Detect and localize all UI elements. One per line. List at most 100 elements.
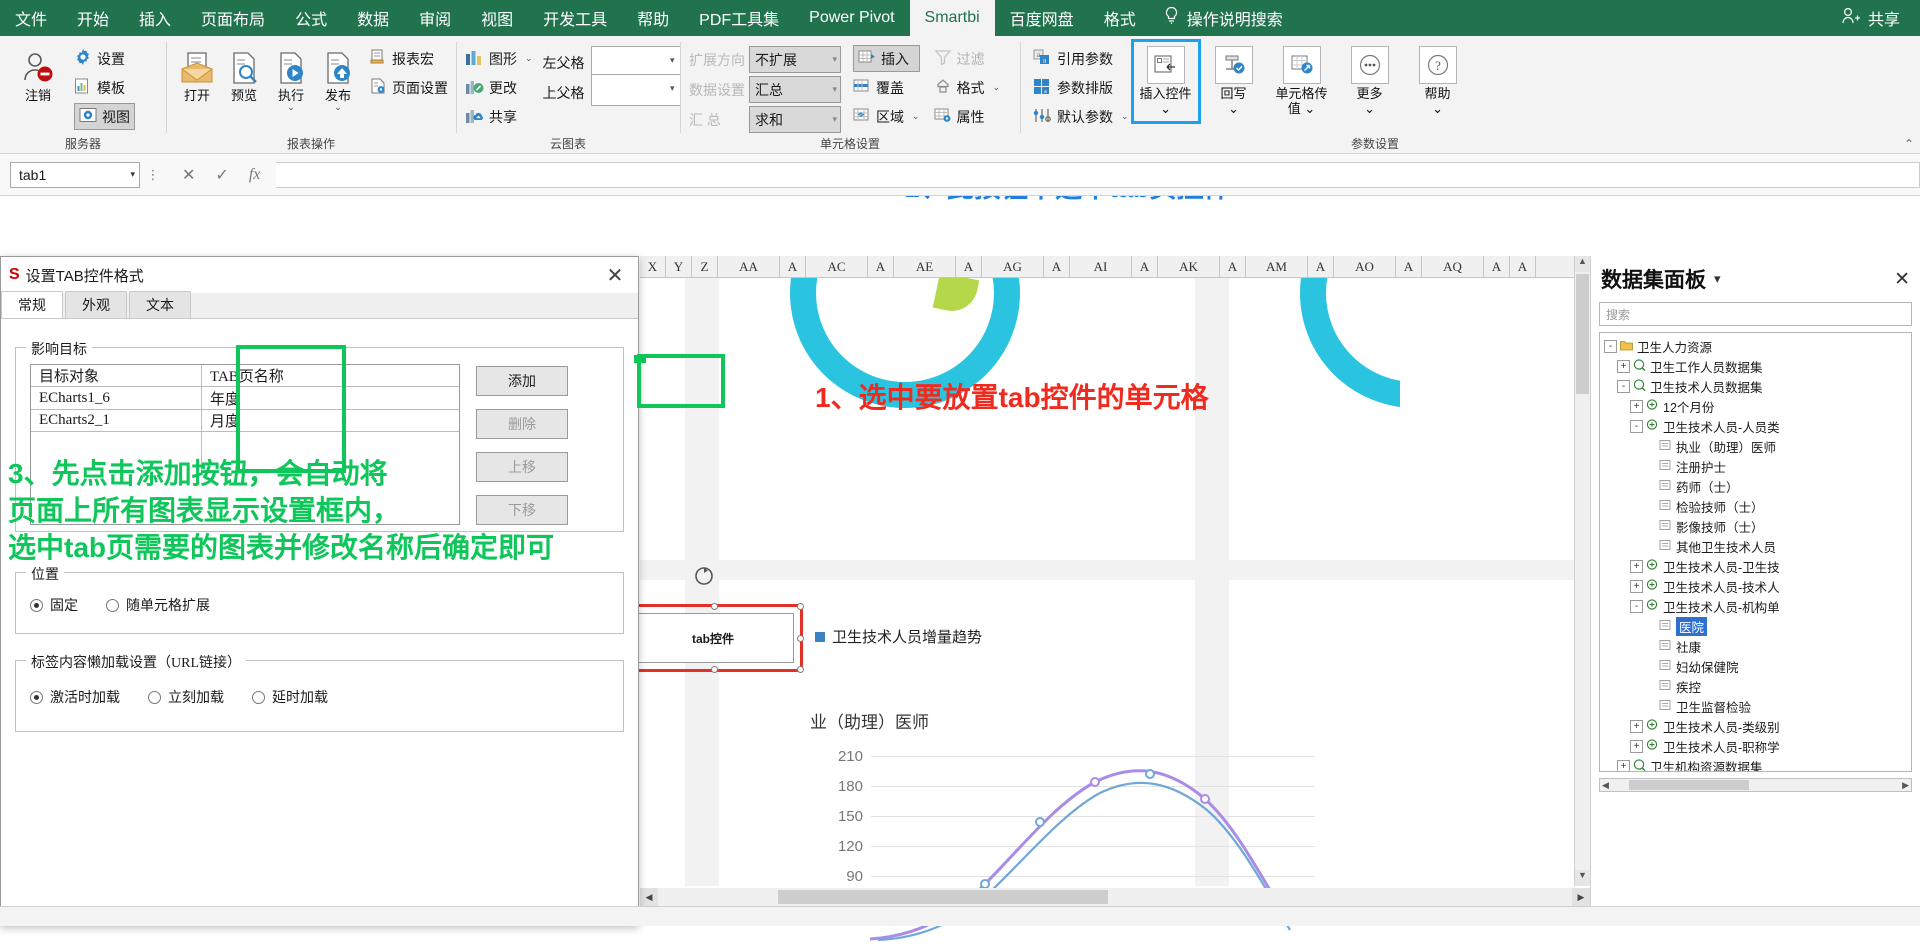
fx-icon[interactable]: fx	[249, 166, 261, 184]
properties-button[interactable]: 属性	[934, 103, 1001, 130]
menu-item-power-pivot[interactable]: Power Pivot	[794, 0, 909, 36]
column-header-cell[interactable]: A	[1308, 256, 1334, 277]
column-header-cell[interactable]: Z	[692, 256, 718, 277]
tree-node[interactable]: 执业（助理）医师	[1600, 436, 1911, 456]
expand-icon[interactable]: +	[1630, 559, 1643, 573]
column-header-cell[interactable]: AE	[894, 256, 956, 277]
column-header-cell[interactable]: A	[1510, 256, 1536, 277]
close-icon[interactable]: ✕	[1894, 268, 1910, 291]
tree-node[interactable]: 药师（士）	[1600, 476, 1911, 496]
chevron-down-icon[interactable]: ⌄	[1357, 101, 1383, 117]
settings-button[interactable]: 设置	[74, 45, 135, 72]
column-header-cell[interactable]: A	[1484, 256, 1510, 277]
expand-icon[interactable]: +	[1630, 579, 1643, 593]
delete-button[interactable]: 删除	[476, 409, 568, 439]
cell-overwrite-button[interactable]: 覆盖	[853, 74, 920, 101]
lazy-option-on-activate[interactable]: 激活时加载	[30, 687, 120, 707]
tree-node[interactable]: 其他卫生技术人员	[1600, 536, 1911, 556]
tree-node[interactable]: 妇幼保健院	[1600, 656, 1911, 676]
column-header-cell[interactable]: AC	[806, 256, 868, 277]
column-header-cell[interactable]: AG	[982, 256, 1044, 277]
vertical-scroll-thumb[interactable]	[1576, 274, 1589, 394]
cell-tab-name[interactable]: 月度	[201, 410, 459, 431]
resize-handle-n[interactable]	[711, 603, 718, 610]
reference-param-button[interactable]: aa 引用参数	[1033, 45, 1129, 72]
tree-node[interactable]: - 卫生人力资源	[1600, 336, 1911, 356]
menu-item-data[interactable]: 数据	[342, 0, 404, 36]
menu-item-baidu-netdisk[interactable]: 百度网盘	[995, 0, 1089, 36]
filter-button[interactable]: 过滤	[934, 45, 1001, 72]
chevron-down-icon[interactable]: ⌄	[334, 103, 342, 112]
tab-control-widget[interactable]: tab控件	[632, 613, 794, 663]
resize-handle-s[interactable]	[711, 666, 718, 673]
horizontal-scroll-thumb[interactable]	[778, 890, 1108, 904]
position-option-expand[interactable]: 随单元格扩展	[106, 595, 210, 615]
tree-node[interactable]: - 卫生技术人员-人员类	[1600, 416, 1911, 436]
column-header-cell[interactable]: AI	[1070, 256, 1132, 277]
column-header-cell[interactable]: AK	[1158, 256, 1220, 277]
tree-node[interactable]: 疾控	[1600, 676, 1911, 696]
preview-button[interactable]: 预览	[222, 43, 266, 103]
column-header-cell[interactable]: A	[1220, 256, 1246, 277]
menu-item-view[interactable]: 视图	[466, 0, 528, 36]
menu-item-developer[interactable]: 开发工具	[528, 0, 622, 36]
menu-item-format[interactable]: 格式	[1089, 0, 1151, 36]
vertical-scrollbar[interactable]: ▲ ▼	[1574, 256, 1590, 886]
tree-node[interactable]: - 卫生技术人员-机构单	[1600, 596, 1911, 616]
column-header-cell[interactable]: AQ	[1422, 256, 1484, 277]
collapse-icon[interactable]: -	[1604, 339, 1617, 353]
scroll-up-button[interactable]: ▲	[1575, 256, 1590, 272]
scroll-right-button[interactable]: ▶	[1572, 888, 1590, 906]
formula-input[interactable]	[276, 161, 1920, 188]
table-row[interactable]: ECharts2_1 月度	[31, 409, 459, 431]
chevron-down-icon[interactable]: ⌄	[287, 103, 295, 112]
menu-item-page-layout[interactable]: 页面布局	[186, 0, 280, 36]
tab-control-selection[interactable]: tab控件	[622, 603, 804, 673]
tree-node[interactable]: + 卫生技术人员-职称学	[1600, 736, 1911, 756]
more-button[interactable]: 更多 ⌄	[1339, 43, 1401, 120]
top-parent-cell-select[interactable]: ▾	[591, 74, 680, 101]
chart-shape-button[interactable]: 图形 ⌄	[465, 45, 533, 72]
column-header-cell[interactable]: A	[868, 256, 894, 277]
chevron-down-icon[interactable]: ▾	[130, 169, 135, 180]
publish-button[interactable]: 发布 ⌄	[316, 43, 360, 112]
default-param-button[interactable]: 默认参数 ⌄	[1033, 103, 1129, 130]
format-button[interactable]: 格式 ⌄	[934, 74, 1000, 101]
help-button[interactable]: ? 帮助 ⌄	[1407, 43, 1469, 120]
column-header-cell[interactable]: A	[1396, 256, 1422, 277]
chevron-down-icon[interactable]: ⌄	[1160, 101, 1171, 116]
dialog-tab-text[interactable]: 文本	[129, 291, 191, 318]
menu-item-file[interactable]: 文件	[0, 0, 62, 36]
menu-item-smartbi[interactable]: Smartbi	[909, 0, 995, 36]
tree-node[interactable]: 影像技师（士）	[1600, 516, 1911, 536]
column-header-cell[interactable]: A	[1044, 256, 1070, 277]
column-header-cell[interactable]: AM	[1246, 256, 1308, 277]
tree-node[interactable]: + 卫生技术人员-卫生技	[1600, 556, 1911, 576]
resize-handle-se[interactable]	[797, 666, 804, 673]
view-button[interactable]: 视图	[74, 103, 135, 130]
name-box[interactable]: tab1 ▾	[10, 161, 140, 188]
menu-item-insert[interactable]: 插入	[124, 0, 186, 36]
tree-node[interactable]: 医院	[1600, 616, 1911, 636]
chevron-down-icon[interactable]: ⌄	[1121, 111, 1129, 122]
cell-insert-button[interactable]: 插入	[853, 45, 920, 72]
resize-handle-e[interactable]	[797, 635, 804, 642]
dataset-tree-hscrollbar[interactable]: ◀ ▶	[1599, 778, 1912, 792]
summary-select[interactable]: 求和 ▾	[749, 106, 841, 133]
expand-icon[interactable]: +	[1630, 739, 1643, 753]
column-header-cell[interactable]: A	[780, 256, 806, 277]
lazy-option-immediate[interactable]: 立刻加载	[148, 687, 224, 707]
dataset-search-input[interactable]: 搜索	[1599, 302, 1912, 326]
collapse-icon[interactable]: -	[1630, 599, 1643, 613]
chevron-down-icon[interactable]: ⌄	[1304, 101, 1315, 116]
check-icon[interactable]: ✓	[215, 165, 228, 185]
expand-icon[interactable]: +	[1630, 719, 1643, 733]
open-button[interactable]: 打开	[175, 43, 219, 103]
insert-control-button[interactable]: 插入控件 ⌄	[1130, 39, 1201, 124]
column-header-cell[interactable]: AA	[718, 256, 780, 277]
share-button[interactable]: 共享	[1831, 0, 1920, 36]
column-header-cell[interactable]: Y	[666, 256, 692, 277]
tree-node[interactable]: + 卫生技术人员-技术人	[1600, 576, 1911, 596]
writeback-button[interactable]: 回写 ⌄	[1203, 43, 1265, 120]
logout-button[interactable]: 注销	[9, 43, 67, 103]
